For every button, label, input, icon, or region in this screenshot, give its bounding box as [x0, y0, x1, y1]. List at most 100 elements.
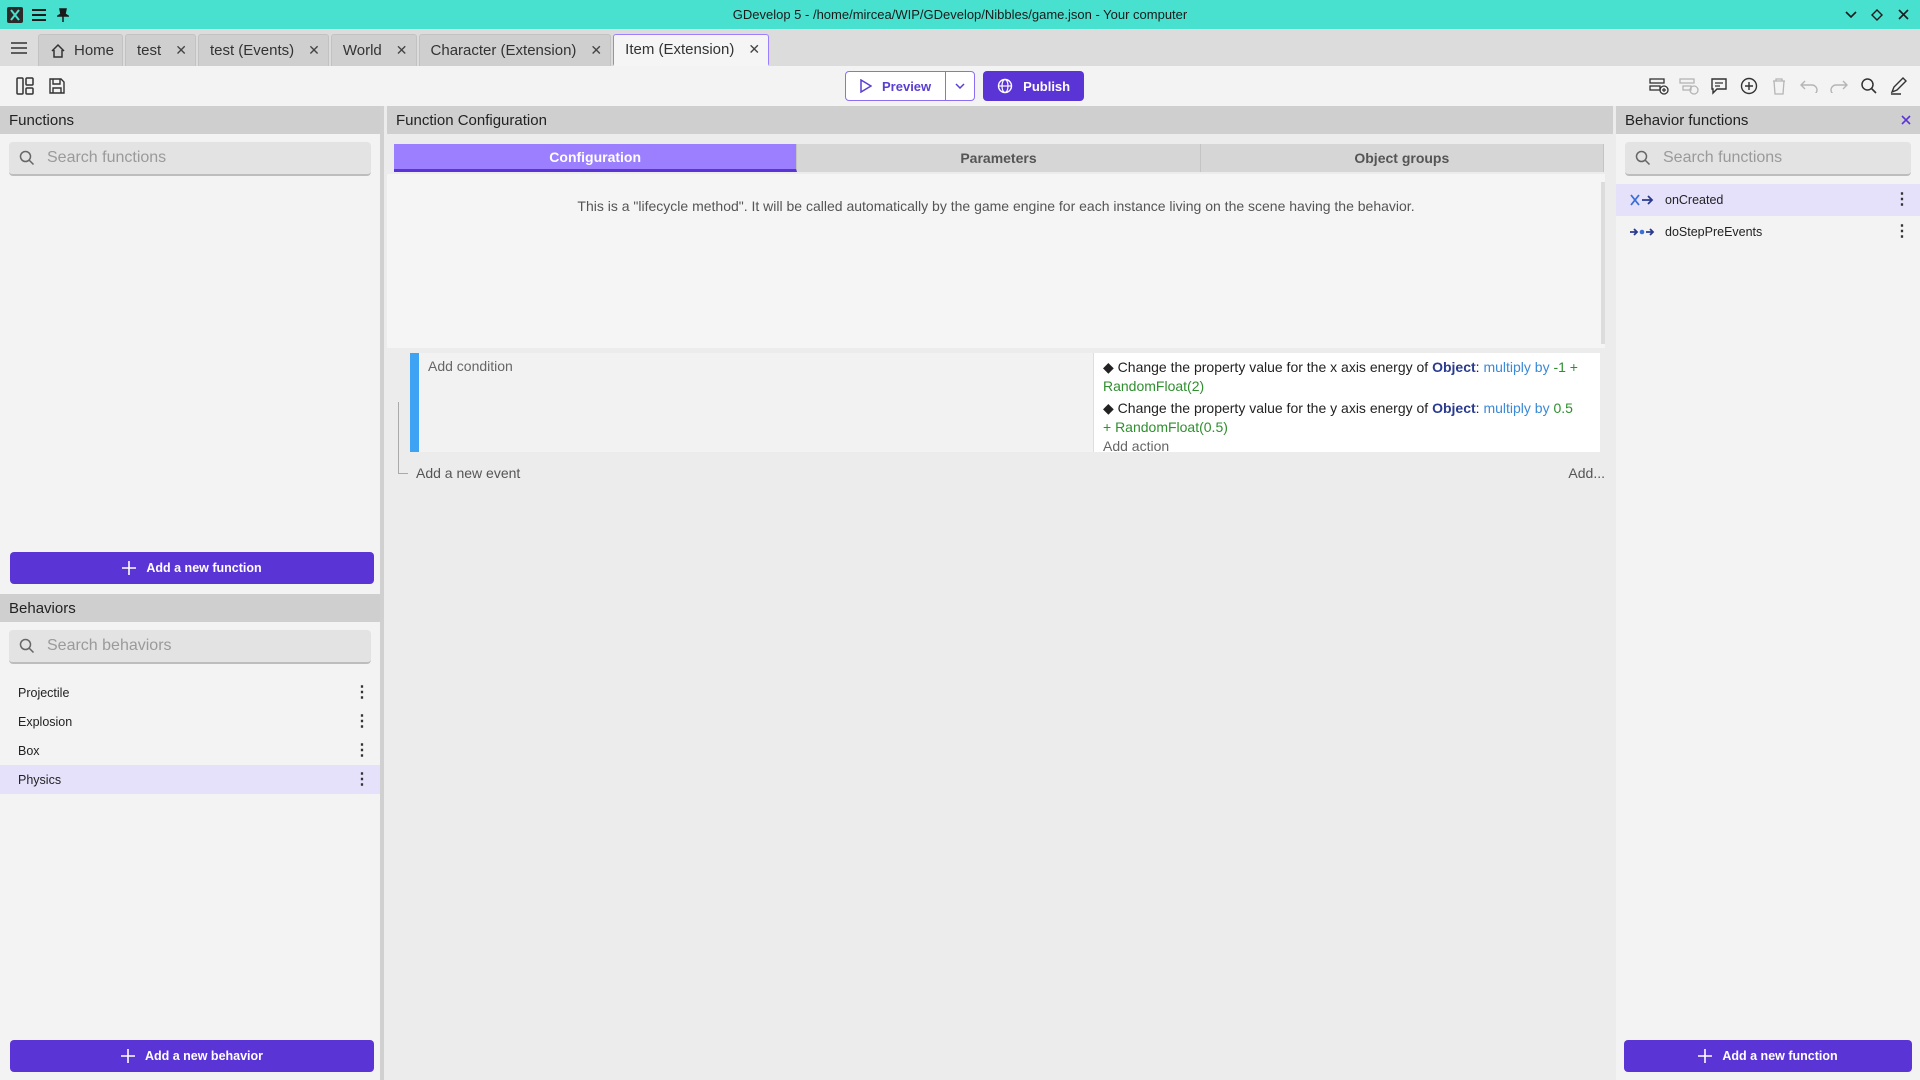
add-more-link[interactable]: Add...	[1568, 465, 1605, 481]
action-row[interactable]: ◆ Change the property value for the x ax…	[1103, 358, 1600, 396]
event-block[interactable]: Add condition ◆ Change the property valu…	[410, 353, 1600, 454]
publish-label: Publish	[1023, 78, 1071, 94]
delete-icon[interactable]	[1768, 75, 1790, 97]
conditions-column[interactable]: Add condition	[419, 353, 1094, 452]
behavior-label: Box	[18, 743, 40, 758]
add-behavior-label: Add a new behavior	[144, 1049, 264, 1063]
redo-icon[interactable]	[1828, 75, 1850, 97]
search-icon	[19, 150, 35, 166]
search-placeholder: Search functions	[47, 149, 167, 166]
object-variable-icon: ◆	[1103, 400, 1114, 416]
action-operator: multiply by	[1483, 400, 1550, 416]
minimize-icon[interactable]	[1842, 6, 1860, 24]
function-config-title: Function Configuration	[387, 106, 1613, 134]
add-condition-link[interactable]: Add condition	[428, 358, 513, 374]
more-options-icon[interactable]: ⋮	[354, 742, 370, 759]
search-behaviors-input[interactable]: Search behaviors	[9, 630, 371, 664]
behavior-functions-header: Behavior functions	[1616, 106, 1920, 134]
editor-tabbar: Home test ✕ test (Events) ✕ World ✕ Char…	[0, 29, 1920, 66]
window-title: GDevelop 5 - /home/mircea/WIP/GDevelop/N…	[732, 7, 1188, 22]
tab-object-groups[interactable]: Object groups	[1201, 144, 1604, 172]
tab-parameters[interactable]: Parameters	[797, 144, 1201, 172]
close-icon[interactable]: ✕	[748, 41, 760, 58]
undo-icon[interactable]	[1798, 75, 1820, 97]
lifecycle-description: This is a "lifecycle method". It will be…	[577, 198, 1415, 214]
globe-icon	[997, 78, 1013, 94]
behavior-label: Physics	[18, 772, 62, 787]
tab-test-events[interactable]: test (Events) ✕	[197, 34, 329, 66]
add-new-event-link[interactable]: Add a new event	[416, 465, 520, 481]
function-label: onCreated	[1665, 193, 1724, 207]
search-icon	[19, 638, 35, 654]
plus-icon	[122, 561, 137, 575]
more-options-icon[interactable]: ⋮	[1894, 192, 1910, 208]
more-options-icon[interactable]: ⋮	[354, 771, 370, 788]
tab-character-extension[interactable]: Character (Extension) ✕	[418, 34, 612, 66]
action-row[interactable]: ◆ Change the property value for the y ax…	[1103, 399, 1600, 437]
search-icon	[1635, 150, 1651, 166]
play-icon	[860, 79, 872, 93]
main-toolbar: Preview Publish	[0, 66, 1920, 106]
tab-home[interactable]: Home	[38, 34, 124, 66]
function-configuration-panel: Function Configuration Configuration Par…	[387, 106, 1613, 1080]
edit-settings-icon[interactable]	[1888, 75, 1910, 97]
action-object: Object	[1432, 400, 1476, 416]
close-icon[interactable]: ✕	[308, 42, 320, 59]
tab-world[interactable]: World ✕	[330, 34, 417, 66]
left-panel: Functions Search functions Add a new fun…	[0, 106, 384, 1080]
close-icon[interactable]	[1901, 115, 1911, 125]
behavior-label: Projectile	[18, 685, 70, 700]
search-functions-input[interactable]: Search functions	[9, 142, 371, 176]
behavior-item-explosion[interactable]: Explosion ⋮	[0, 707, 380, 736]
event-tree-guide	[398, 402, 408, 474]
function-item-dosteppreevents[interactable]: doStepPreEvents ⋮	[1616, 216, 1920, 248]
close-icon[interactable]: ✕	[396, 42, 408, 59]
close-icon[interactable]: ✕	[590, 42, 602, 59]
preview-label: Preview	[882, 78, 932, 94]
search-icon[interactable]	[1858, 75, 1880, 97]
close-window-icon[interactable]	[1894, 6, 1912, 24]
add-event-icon[interactable]	[1648, 75, 1670, 97]
more-options-icon[interactable]: ⋮	[1894, 224, 1910, 240]
functions-panel-title: Functions	[0, 106, 380, 134]
actions-column: ◆ Change the property value for the x ax…	[1096, 353, 1600, 456]
behavior-item-box[interactable]: Box ⋮	[0, 736, 380, 765]
add-other-icon[interactable]	[1738, 75, 1760, 97]
event-drag-handle[interactable]	[410, 353, 419, 452]
lifecycle-step-icon	[1629, 225, 1655, 239]
comment-icon[interactable]	[1708, 75, 1730, 97]
scrollbar[interactable]	[1601, 182, 1605, 344]
publish-button[interactable]: Publish	[983, 71, 1085, 101]
panels-layout-icon[interactable]	[14, 75, 36, 97]
config-tabs: Configuration Parameters Object groups	[394, 144, 1604, 172]
function-item-oncreated[interactable]: onCreated ⋮	[1616, 184, 1920, 216]
pin-icon[interactable]	[54, 6, 72, 24]
tab-label: Home	[74, 42, 115, 59]
add-behavior-button[interactable]: Add a new behavior	[10, 1040, 374, 1072]
tab-test[interactable]: test ✕	[125, 34, 196, 66]
home-icon	[50, 43, 66, 59]
maximize-icon[interactable]	[1868, 6, 1886, 24]
main-menu-icon[interactable]	[0, 29, 38, 66]
search-behavior-functions-input[interactable]: Search functions	[1625, 142, 1911, 176]
tab-label: Character (Extension)	[430, 42, 577, 59]
more-options-icon[interactable]: ⋮	[354, 684, 370, 701]
more-options-icon[interactable]: ⋮	[354, 713, 370, 730]
lifecycle-created-icon	[1629, 193, 1655, 207]
add-action-link[interactable]: Add action	[1103, 437, 1600, 456]
add-behavior-function-button[interactable]: Add a new function	[1624, 1040, 1912, 1072]
behavior-item-projectile[interactable]: Projectile ⋮	[0, 678, 380, 707]
chevron-down-icon[interactable]	[946, 83, 974, 89]
behavior-label: Explosion	[18, 714, 73, 729]
preview-button[interactable]: Preview	[845, 71, 976, 101]
add-subevent-icon[interactable]	[1678, 75, 1700, 97]
behavior-item-physics[interactable]: Physics ⋮	[0, 765, 380, 794]
window-menu-icon[interactable]	[30, 6, 48, 24]
add-function-button[interactable]: Add a new function	[10, 552, 374, 584]
close-icon[interactable]: ✕	[175, 42, 187, 59]
app-x-icon[interactable]	[6, 6, 24, 24]
save-icon[interactable]	[46, 75, 68, 97]
tab-configuration[interactable]: Configuration	[394, 144, 798, 172]
tab-item-extension[interactable]: Item (Extension) ✕	[613, 34, 770, 66]
tab-label: World	[342, 42, 382, 59]
